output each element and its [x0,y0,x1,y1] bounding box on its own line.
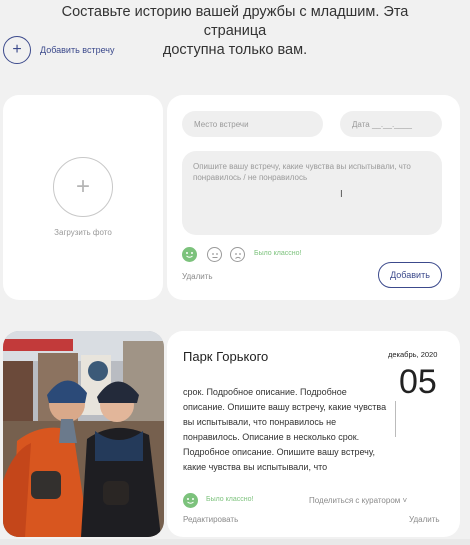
description-textarea[interactable]: Опишите вашу встречу, какие чувства вы и… [182,151,442,235]
delete-entry-button[interactable]: Удалить [409,515,440,524]
delete-draft-button[interactable]: Удалить [182,272,213,281]
photo-upload-card: + Загрузить фото [3,95,163,300]
edit-entry-button[interactable]: Редактировать [183,515,238,524]
add-meeting-label[interactable]: Добавить встречу [40,45,114,55]
share-with-curator-dropdown[interactable]: Поделиться с куратором ˅ [309,496,407,505]
entry-day: 05 [399,363,437,401]
place-input[interactable]: Место встречи [182,111,323,137]
entry-title: Парк Горького [183,349,269,364]
text-cursor-icon: I [340,189,343,200]
plus-icon[interactable]: + [3,36,31,64]
meeting-photo-image [3,331,164,537]
next-entry-edge [0,539,470,545]
date-input[interactable]: Дата __.__.____ [340,111,442,137]
description-scrollbar[interactable] [395,401,396,437]
entry-description: срок. Подробное описание. Подробное опис… [183,387,387,472]
entry-month-year: декабрь, 2020 [388,350,438,359]
upload-photo-button[interactable]: + [53,157,113,217]
add-meeting-button[interactable]: + Добавить встречу [3,36,114,64]
meeting-form-card: Место встречи Дата __.__.____ Опишите ва… [167,95,460,300]
upload-photo-label[interactable]: Загрузить фото [3,228,163,237]
entry-mood-caption: Было классно! [206,496,254,503]
mood-caption: Было классно! [254,250,302,257]
mood-neutral-icon[interactable] [207,247,222,262]
mood-happy-icon[interactable] [182,247,197,262]
mood-sad-icon[interactable] [230,247,245,262]
mood-happy-icon [183,493,198,508]
add-entry-button[interactable]: Добавить [378,262,442,288]
meeting-entry-card: Парк Горького декабрь, 2020 05 срок. Под… [167,331,460,537]
meeting-photo [3,331,164,537]
